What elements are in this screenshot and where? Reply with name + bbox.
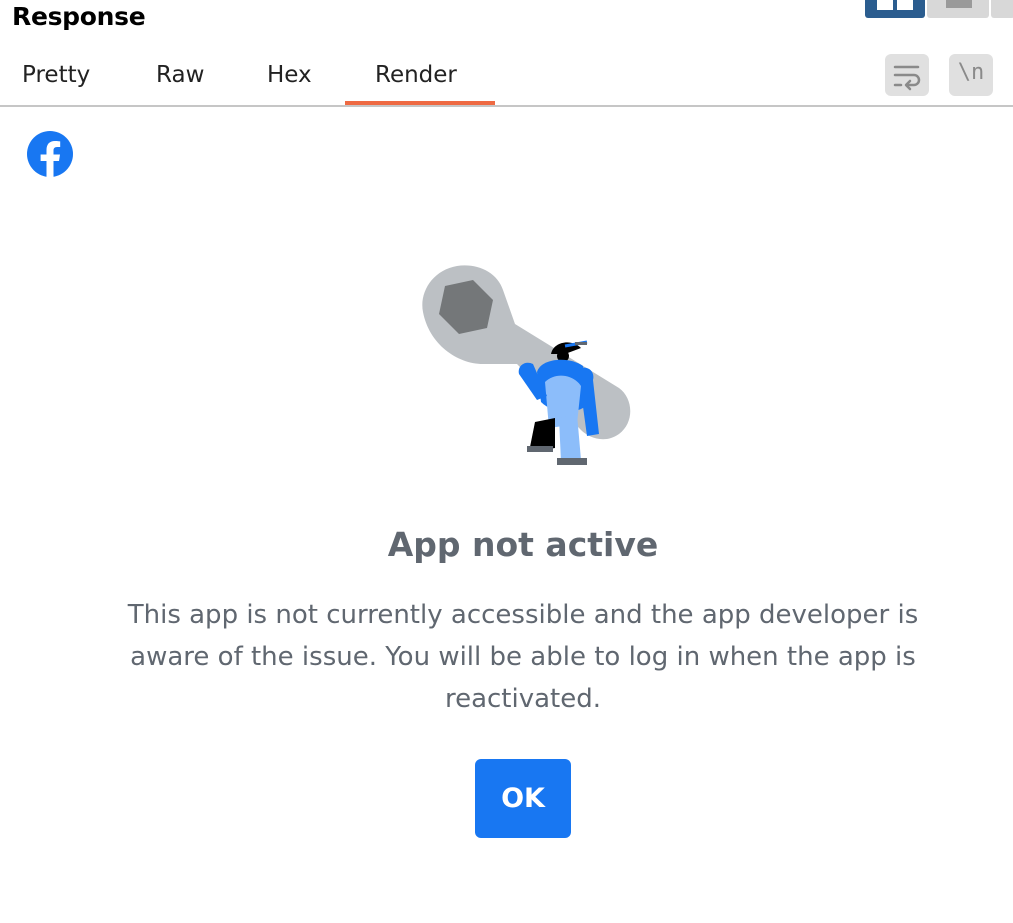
tab-hex[interactable]: Hex [267, 62, 312, 88]
word-wrap-button[interactable] [885, 54, 929, 96]
layout-single-button[interactable] [991, 0, 1013, 18]
error-message-line: This app is not currently accessible and… [127, 600, 919, 630]
error-message: This app is not currently accessible and… [40, 594, 1006, 720]
layout-switcher [863, 0, 1013, 20]
stacked-pane-icon [946, 0, 972, 8]
ok-button[interactable]: OK [475, 759, 571, 838]
split-left-pane-icon [877, 0, 893, 10]
show-newlines-button[interactable]: \n [949, 54, 993, 96]
wrench-worker-illustration [422, 265, 631, 465]
word-wrap-icon [893, 65, 921, 91]
error-message-line: reactivated. [444, 684, 602, 714]
newline-label: \n [957, 60, 985, 85]
tab-pretty[interactable]: Pretty [22, 62, 90, 88]
tabs-divider [0, 105, 1013, 107]
tab-raw[interactable]: Raw [156, 62, 204, 88]
error-heading: App not active [387, 525, 659, 564]
error-message-line: aware of the issue. You will be able to … [130, 642, 916, 672]
panel-title: Response [12, 2, 146, 31]
response-tabs: Pretty Raw Hex Render [0, 52, 1013, 105]
tab-render[interactable]: Render [375, 62, 457, 88]
layout-split-button[interactable] [865, 0, 925, 18]
layout-stacked-button[interactable] [927, 0, 989, 18]
facebook-logo-icon[interactable] [26, 130, 74, 178]
split-right-pane-icon [897, 0, 913, 10]
